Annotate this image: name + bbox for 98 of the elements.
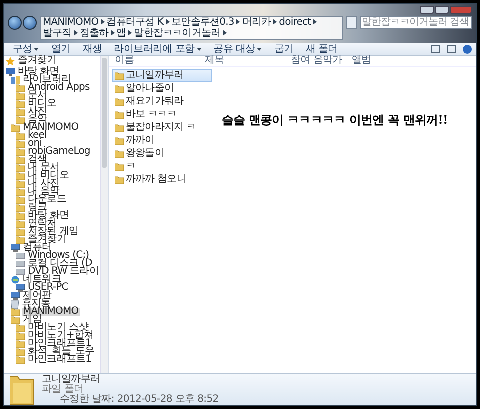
sidebar-item[interactable]: USER-PC	[27, 284, 70, 292]
sidebar-item[interactable]: Android Apps	[27, 84, 91, 92]
column-header[interactable]: 이름	[109, 56, 199, 66]
sidebar-item[interactable]: MANIMOMO	[22, 124, 80, 132]
breadcrumb-item[interactable]: 컴퓨터구성 K	[106, 17, 164, 28]
caret-icon	[34, 48, 40, 50]
sidebar-item[interactable]: 화석_획들_도우	[27, 348, 96, 356]
file-name[interactable]: 재요기가둬라	[126, 96, 184, 107]
desktop-icon	[6, 68, 15, 76]
sidebar-item[interactable]: 사진	[27, 108, 48, 116]
sidebar-item[interactable]: keel	[27, 132, 48, 140]
breadcrumb-item[interactable]: 발구직	[43, 28, 72, 39]
chevron-icon[interactable]	[236, 19, 240, 25]
toolbar-button[interactable]: 열기	[46, 43, 76, 55]
breadcrumb-item[interactable]: MANIMOMO	[43, 17, 99, 28]
chevron-icon[interactable]	[313, 19, 318, 25]
toolbar-button[interactable]: 재생	[78, 43, 108, 55]
breadcrumb-item[interactable]: doirect	[279, 17, 312, 28]
sidebar-item[interactable]: MANIMOMO	[22, 308, 80, 316]
column-header[interactable]: 앨범	[346, 56, 392, 66]
trash-icon	[11, 300, 19, 308]
toolbar-button[interactable]: 굽기	[269, 43, 299, 55]
scroll-thumb[interactable]	[102, 58, 107, 168]
sidebar-item[interactable]: 음악	[27, 116, 48, 124]
sidebar-item[interactable]: 링크	[27, 204, 48, 212]
search-field[interactable]: 말한잡ㅋㅋ이거놀러 검색	[360, 16, 472, 29]
scrollbar[interactable]	[100, 56, 108, 373]
file-name[interactable]: ㅋ	[126, 161, 136, 172]
file-name[interactable]: 까까까 첨오니	[126, 174, 186, 185]
sidebar-item[interactable]: 바탕 화면	[27, 212, 70, 220]
caret-icon	[257, 48, 262, 50]
column-header[interactable]: 참여 음악가	[285, 56, 346, 66]
sidebar-item[interactable]: 게임	[22, 316, 44, 324]
sidebar-item[interactable]: 라이브러리	[22, 76, 72, 84]
sidebar-item[interactable]: 검색	[27, 156, 48, 164]
sidebar-item[interactable]: 다운로드	[27, 196, 68, 204]
sidebar-item[interactable]: 즐겨찾기	[27, 236, 68, 244]
breadcrumb-item[interactable]: 보안솔루션0.3	[172, 17, 234, 28]
sidebar-item[interactable]: 연락처	[27, 220, 58, 228]
star-icon	[6, 56, 15, 66]
file-name[interactable]: 알아나줄이	[126, 83, 174, 94]
breadcrumb-item[interactable]: 정출하	[80, 28, 109, 39]
preview-pane-icon[interactable]	[447, 45, 456, 53]
breadcrumb-item[interactable]: 머리카	[242, 17, 272, 28]
modified-date: 수정한 날짜: 2012-05-28 오후 8:52	[59, 394, 219, 404]
sidebar-item[interactable]: 네트워크	[22, 276, 62, 284]
sidebar-item[interactable]: 로컬 디스크 (D	[27, 260, 94, 268]
sidebar-item[interactable]: 저장된 게임	[27, 228, 80, 236]
column-header[interactable]: 제목	[199, 56, 285, 66]
address-bar[interactable]: MANIMOMO 컴퓨터구성 K 보안솔루션0.3 머리카 doirect 발구직 정출하 앱 말한잡ㅋㅋ이거놀러	[40, 16, 343, 40]
sidebar-item[interactable]: 바탕 화면	[17, 68, 60, 76]
sidebar-item[interactable]: 비디오	[27, 100, 58, 108]
maximize-button[interactable]	[435, 6, 449, 14]
network-icon	[11, 276, 20, 284]
minimize-button[interactable]	[420, 6, 434, 14]
file-name[interactable]: 까까이	[126, 135, 155, 146]
sidebar-item[interactable]: 내 비디오	[27, 172, 70, 180]
sidebar-item[interactable]: 휴지통	[21, 300, 52, 308]
sidebar-item[interactable]: 마비노기 스샷	[27, 324, 90, 332]
toolbar-button[interactable]: 공유 대상	[208, 43, 268, 55]
sidebar-item[interactable]: 즐겨찾기	[17, 57, 58, 65]
sidebar-item[interactable]: 내 사진	[27, 180, 61, 188]
folder-icon	[10, 374, 34, 404]
item-name: 고니일까부러	[42, 374, 102, 384]
item-type: 파일 폴더	[42, 384, 85, 394]
back-button[interactable]	[8, 16, 22, 30]
refresh-button[interactable]	[346, 16, 357, 29]
file-name[interactable]: 왕왕돌이	[126, 148, 164, 159]
toolbar-button[interactable]: 새 폴더	[300, 43, 343, 55]
view-options-icon[interactable]	[431, 45, 440, 53]
chevron-icon[interactable]	[222, 30, 227, 36]
file-name[interactable]: 불잡아라지지 ㅋ	[126, 122, 196, 133]
caret-icon	[196, 48, 202, 50]
library-icon	[11, 76, 20, 84]
sidebar-item[interactable]: 내 음악	[27, 188, 61, 196]
message-text: 슬슬 맨콩이 ㅋㅋㅋㅋㅋ 이번엔 꼭 맨위꺼!!	[222, 113, 448, 128]
toolbar-button[interactable]: 라이브러리에 포함	[109, 43, 207, 55]
sidebar-item[interactable]: DVD RW 드라이	[27, 268, 100, 276]
sidebar-item[interactable]: 제어판	[22, 292, 53, 300]
breadcrumb-item[interactable]: 앱	[116, 28, 126, 39]
toolbar-button[interactable]: 구성	[8, 43, 44, 55]
sidebar-item[interactable]: robiGameLog	[27, 148, 92, 156]
chevron-icon[interactable]	[74, 30, 78, 36]
sidebar-item[interactable]: Windows (C:)	[27, 252, 90, 260]
chevron-icon[interactable]	[166, 19, 170, 25]
breadcrumb-item[interactable]: 말한잡ㅋㅋ이거놀러	[134, 28, 221, 39]
sidebar-item[interactable]: oni	[27, 140, 44, 148]
sidebar-item[interactable]: 마인크래프트1	[27, 340, 93, 348]
sidebar-item[interactable]: 마비노기+합쳐	[27, 332, 95, 340]
chevron-icon[interactable]	[273, 19, 278, 25]
file-name[interactable]: 바보 ㅋㅋㅋ	[126, 109, 177, 120]
computer-icon	[11, 244, 20, 252]
help-icon[interactable]	[463, 44, 472, 54]
sidebar-item[interactable]: 문서	[27, 92, 48, 100]
sidebar-item[interactable]: 마인크래프트1	[27, 356, 93, 364]
chevron-icon[interactable]	[128, 30, 132, 36]
sidebar-item[interactable]: 내 문서	[27, 164, 61, 172]
forward-button[interactable]	[23, 16, 37, 30]
